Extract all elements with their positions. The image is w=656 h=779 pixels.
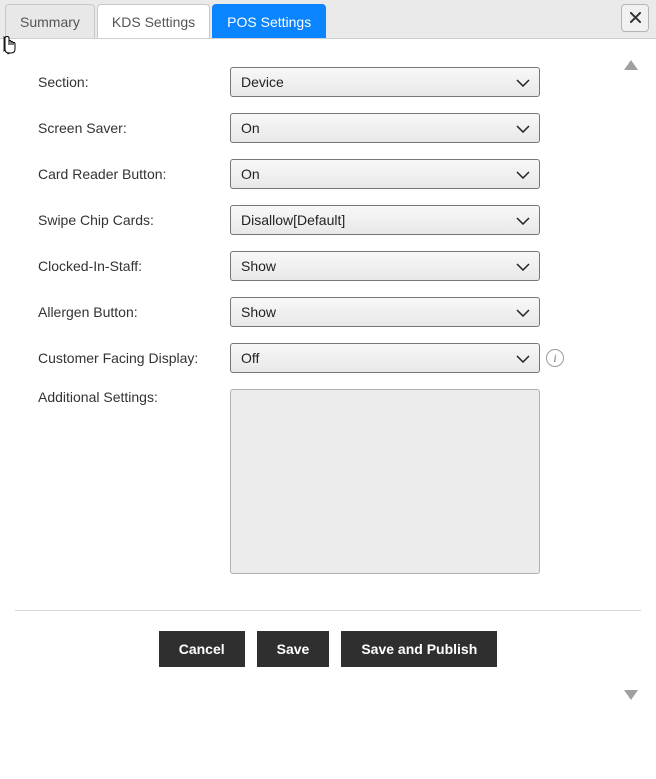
- label-screen-saver: Screen Saver:: [38, 120, 230, 136]
- row-section: Section: Device: [38, 67, 641, 97]
- cancel-button[interactable]: Cancel: [159, 631, 245, 667]
- label-additional: Additional Settings:: [38, 389, 230, 405]
- close-icon: [630, 10, 641, 26]
- label-card-reader: Card Reader Button:: [38, 166, 230, 182]
- additional-settings-textarea[interactable]: [230, 389, 540, 574]
- row-swipe-chip: Swipe Chip Cards: Disallow[Default]: [38, 205, 641, 235]
- select-clocked-in[interactable]: Show: [230, 251, 540, 281]
- header-bar: Summary KDS Settings POS Settings: [0, 0, 656, 39]
- tab-summary-label: Summary: [20, 14, 80, 30]
- tab-pos-settings[interactable]: POS Settings: [212, 4, 326, 38]
- tab-kds-label: KDS Settings: [112, 14, 195, 30]
- select-swipe-chip[interactable]: Disallow[Default]: [230, 205, 540, 235]
- label-customer-display: Customer Facing Display:: [38, 350, 230, 366]
- info-icon-text: i: [553, 351, 556, 366]
- label-allergen: Allergen Button:: [38, 304, 230, 320]
- row-customer-display: Customer Facing Display: Off i: [38, 343, 641, 373]
- tab-summary[interactable]: Summary: [5, 4, 95, 38]
- scroll-up-arrow[interactable]: [624, 57, 638, 73]
- select-card-reader[interactable]: On: [230, 159, 540, 189]
- row-card-reader: Card Reader Button: On: [38, 159, 641, 189]
- info-icon[interactable]: i: [546, 349, 564, 367]
- close-button[interactable]: [621, 4, 649, 32]
- row-allergen: Allergen Button: Show: [38, 297, 641, 327]
- tab-strip: Summary KDS Settings POS Settings: [5, 4, 326, 38]
- select-section-value: Device: [230, 67, 540, 97]
- label-swipe-chip: Swipe Chip Cards:: [38, 212, 230, 228]
- select-card-reader-value: On: [230, 159, 540, 189]
- select-clocked-in-value: Show: [230, 251, 540, 281]
- tab-pos-label: POS Settings: [227, 14, 311, 30]
- form-content: Section: Device Screen Saver: On Card Re…: [0, 39, 656, 610]
- select-section[interactable]: Device: [230, 67, 540, 97]
- select-allergen[interactable]: Show: [230, 297, 540, 327]
- row-screen-saver: Screen Saver: On: [38, 113, 641, 143]
- label-section: Section:: [38, 74, 230, 90]
- select-screen-saver-value: On: [230, 113, 540, 143]
- tab-kds-settings[interactable]: KDS Settings: [97, 4, 210, 38]
- row-additional: Additional Settings:: [38, 389, 641, 574]
- save-button[interactable]: Save: [257, 631, 330, 667]
- select-swipe-chip-value: Disallow[Default]: [230, 205, 540, 235]
- select-customer-display[interactable]: Off: [230, 343, 540, 373]
- select-customer-display-value: Off: [230, 343, 540, 373]
- label-clocked-in: Clocked-In-Staff:: [38, 258, 230, 274]
- row-clocked-in: Clocked-In-Staff: Show: [38, 251, 641, 281]
- footer-buttons: Cancel Save Save and Publish: [0, 611, 656, 687]
- save-publish-button[interactable]: Save and Publish: [341, 631, 497, 667]
- select-allergen-value: Show: [230, 297, 540, 327]
- select-screen-saver[interactable]: On: [230, 113, 540, 143]
- scroll-down-arrow[interactable]: [624, 687, 638, 703]
